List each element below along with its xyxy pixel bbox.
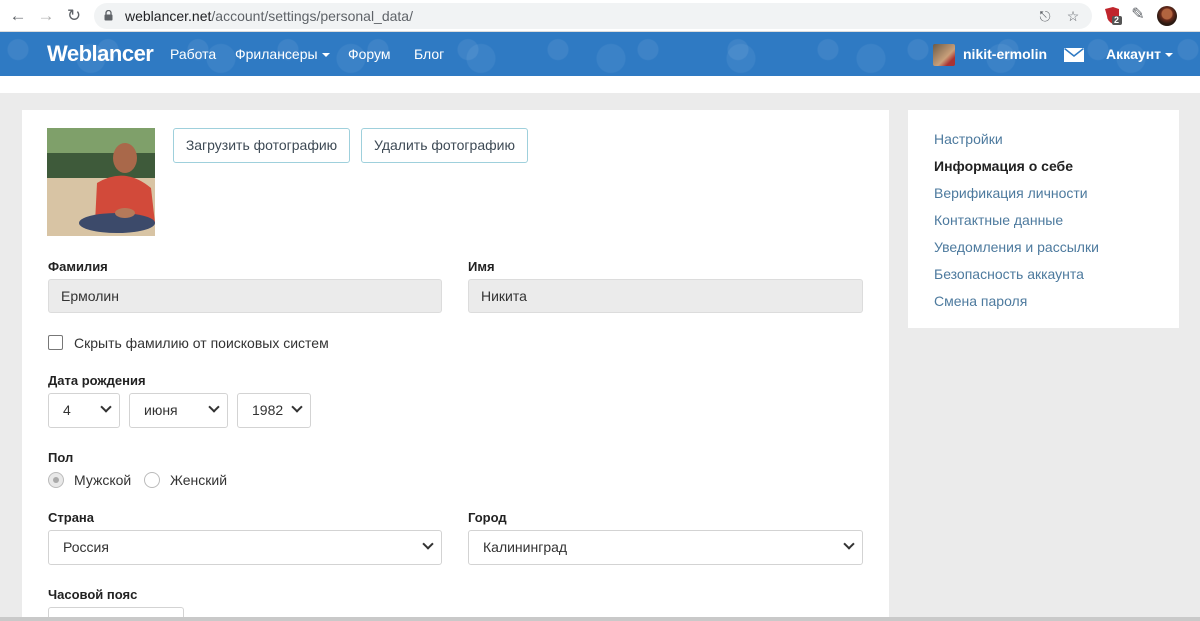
country-select[interactable]: Россия	[48, 530, 442, 565]
birthdate-label: Дата рождения	[48, 373, 146, 388]
site-header: Weblancer Работа Фрилансеры Форум Блог n…	[0, 32, 1200, 76]
chevron-down-icon	[843, 538, 855, 550]
gender-female-radio[interactable]	[144, 472, 160, 488]
account-label: Аккаунт	[1106, 46, 1162, 62]
city-label: Город	[468, 510, 507, 525]
country-value: Россия	[63, 539, 109, 555]
shield-extension-icon[interactable]: 2	[1103, 6, 1123, 26]
account-menu[interactable]: Аккаунт	[1106, 46, 1174, 62]
back-arrow-icon[interactable]: ←	[8, 6, 28, 26]
user-avatar[interactable]	[933, 44, 955, 66]
mail-icon[interactable]	[1064, 48, 1084, 62]
delete-photo-button[interactable]: Удалить фотографию	[361, 128, 528, 163]
sidebar-item-password[interactable]: Смена пароля	[934, 293, 1027, 309]
sidebar-item-notifications[interactable]: Уведомления и рассылки	[934, 239, 1099, 255]
gender-label: Пол	[48, 450, 74, 465]
birth-year-value: 1982	[252, 402, 284, 418]
nav-freelancers[interactable]: Фрилансеры	[235, 46, 330, 62]
city-value: Калининград	[483, 539, 568, 555]
nav-freelancers-label: Фрилансеры	[235, 46, 318, 62]
birth-year-select[interactable]: 1982	[237, 393, 311, 428]
lastname-label: Фамилия	[48, 259, 108, 274]
nav-blog[interactable]: Блог	[414, 46, 444, 62]
chevron-down-icon	[422, 538, 434, 550]
lock-icon	[104, 10, 113, 21]
gender-male-label[interactable]: Мужской	[74, 472, 131, 488]
sidebar-item-security[interactable]: Безопасность аккаунта	[934, 266, 1084, 282]
birth-month-value: июня	[144, 402, 178, 418]
sidebar-item-verification[interactable]: Верификация личности	[934, 185, 1088, 201]
country-label: Страна	[48, 510, 95, 525]
username-link[interactable]: nikit-ermolin	[963, 46, 1047, 62]
share-icon[interactable]: ⎋	[1037, 8, 1053, 24]
personal-data-card: Загрузить фотографию Удалить фотографию …	[22, 110, 889, 621]
url-text: weblancer.net/account/settings/personal_…	[125, 8, 413, 24]
settings-sidebar: Настройки Информация о себе Верификация …	[908, 110, 1179, 328]
firstname-label: Имя	[468, 259, 495, 274]
lastname-input[interactable]: Ермолин	[48, 279, 442, 313]
reload-icon[interactable]: ↻	[64, 6, 84, 26]
gender-male-radio[interactable]	[48, 472, 64, 488]
birth-day-value: 4	[63, 402, 71, 418]
chevron-down-icon	[208, 401, 220, 413]
site-logo[interactable]: Weblancer	[47, 41, 154, 67]
url-host: weblancer.net	[125, 8, 212, 24]
birth-day-select[interactable]: 4	[48, 393, 120, 428]
profile-avatar-icon[interactable]	[1157, 6, 1177, 26]
firstname-input[interactable]: Никита	[468, 279, 863, 313]
caret-down-icon	[321, 53, 330, 58]
hide-lastname-checkbox[interactable]	[48, 335, 63, 350]
profile-photo	[47, 128, 155, 236]
birth-month-select[interactable]: июня	[129, 393, 228, 428]
url-path: /account/settings/personal_data/	[211, 8, 413, 24]
upload-photo-button[interactable]: Загрузить фотографию	[173, 128, 350, 163]
hide-lastname-label[interactable]: Скрыть фамилию от поисковых систем	[74, 335, 329, 351]
browser-toolbar: ← → ↻ weblancer.net/account/settings/per…	[0, 0, 1200, 32]
city-select[interactable]: Калининград	[468, 530, 863, 565]
taskbar-edge	[0, 617, 1200, 621]
extension-badge: 2	[1114, 15, 1120, 25]
address-bar[interactable]: weblancer.net/account/settings/personal_…	[94, 3, 1092, 29]
chevron-down-icon	[100, 401, 112, 413]
sidebar-item-contacts[interactable]: Контактные данные	[934, 212, 1063, 228]
caret-down-icon	[1165, 53, 1174, 58]
sidebar-item-about[interactable]: Информация о себе	[934, 158, 1073, 174]
gender-female-label[interactable]: Женский	[170, 472, 227, 488]
forward-arrow-icon[interactable]: →	[36, 6, 56, 26]
sidebar-item-settings[interactable]: Настройки	[934, 131, 1003, 147]
timezone-label: Часовой пояс	[48, 587, 138, 602]
header-divider	[0, 76, 1200, 93]
chevron-down-icon	[291, 401, 303, 413]
nav-forum[interactable]: Форум	[348, 46, 391, 62]
star-icon[interactable]: ☆	[1065, 8, 1081, 24]
puzzle-icon[interactable]: ✎	[1130, 7, 1146, 23]
nav-work[interactable]: Работа	[170, 46, 216, 62]
